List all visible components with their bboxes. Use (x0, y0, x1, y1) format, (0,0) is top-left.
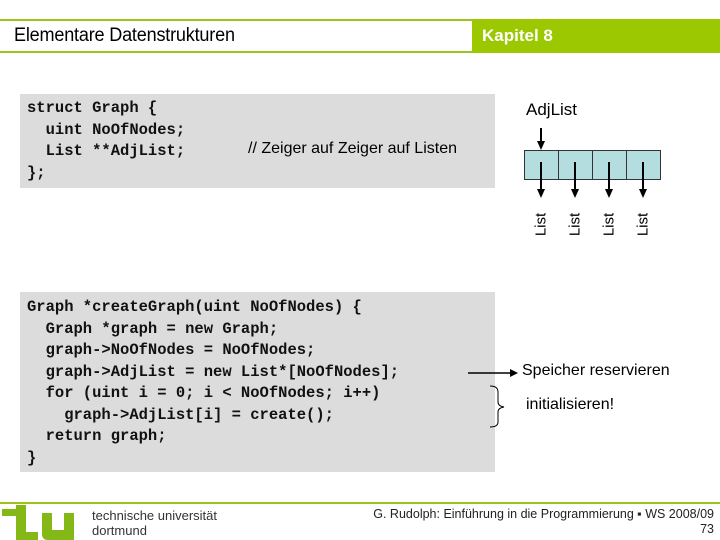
pointer-array (524, 150, 661, 180)
pointer-arrowhead-icon (537, 141, 545, 150)
chapter-badge: Kapitel 8 (472, 19, 720, 53)
adjlist-diagram: AdjList List List List List (500, 90, 680, 250)
code-line: List **AdjList; (27, 142, 186, 160)
struct-comment: // Zeiger auf Zeiger auf Listen (248, 140, 457, 157)
adjlist-label: AdjList (526, 100, 578, 119)
list-label: List (634, 212, 652, 237)
allocate-arrowhead-icon (510, 369, 518, 377)
university-name: technische universität dortmund (92, 508, 217, 538)
annotation-markers (468, 369, 518, 428)
chapter-label: Kapitel 8 (482, 26, 553, 45)
initialize-note: initialisieren! (526, 396, 615, 413)
allocate-note: Speicher reservieren (522, 362, 670, 379)
code-line: }; (27, 163, 46, 182)
page-number: 73 (700, 522, 714, 536)
code-line: uint NoOfNodes; (27, 120, 186, 139)
code-line: return graph; (27, 427, 167, 445)
array-cell (525, 151, 559, 179)
cell-arrow-shaft (608, 162, 610, 190)
slide-title: Elementare Datenstrukturen (14, 25, 235, 46)
array-cell (559, 151, 593, 179)
cell-arrowhead-icon (537, 189, 545, 198)
code-line: struct Graph { (27, 99, 158, 117)
course-credit: G. Rudolph: Einführung in die Programmie… (373, 507, 714, 521)
tu-logo-icon (2, 505, 74, 540)
list-label: List (600, 212, 618, 237)
code-line: Graph *createGraph(uint NoOfNodes) { (27, 298, 362, 316)
university-line2: dortmund (92, 523, 147, 538)
code-line: } (27, 448, 37, 467)
cell-arrow-shaft (540, 162, 542, 190)
code-line: graph->AdjList[i] = create(); (27, 405, 334, 424)
function-code-block: Graph *createGraph(uint NoOfNodes) { Gra… (20, 292, 495, 472)
university-line1: technische universität (92, 508, 218, 523)
pointer-arrow-shaft (540, 128, 542, 142)
list-label: List (532, 212, 550, 237)
cell-arrowhead-icon (571, 189, 579, 198)
slide-header: Elementare Datenstrukturen Kapitel 8 (0, 19, 720, 53)
footer-rule (0, 502, 720, 504)
code-line: for (uint i = 0; i < NoOfNodes; i++) (27, 384, 381, 402)
cell-arrow-shaft (574, 162, 576, 190)
code-line: graph->AdjList = new List*[NoOfNodes]; (27, 362, 400, 381)
footer-credit: G. Rudolph: Einführung in die Programmie… (373, 507, 714, 537)
code-line: graph->NoOfNodes = NoOfNodes; (27, 341, 316, 359)
cell-arrow-shaft (642, 162, 644, 190)
array-cell (593, 151, 627, 179)
list-label: List (566, 212, 584, 237)
function-code: Graph *createGraph(uint NoOfNodes) { Gra… (27, 297, 399, 469)
initialize-brace-icon (489, 385, 505, 428)
cell-arrowhead-icon (605, 189, 613, 198)
cell-arrowhead-icon (639, 189, 647, 198)
code-line: Graph *graph = new Graph; (27, 319, 279, 338)
struct-code: struct Graph { uint NoOfNodes; List **Ad… (27, 98, 185, 184)
